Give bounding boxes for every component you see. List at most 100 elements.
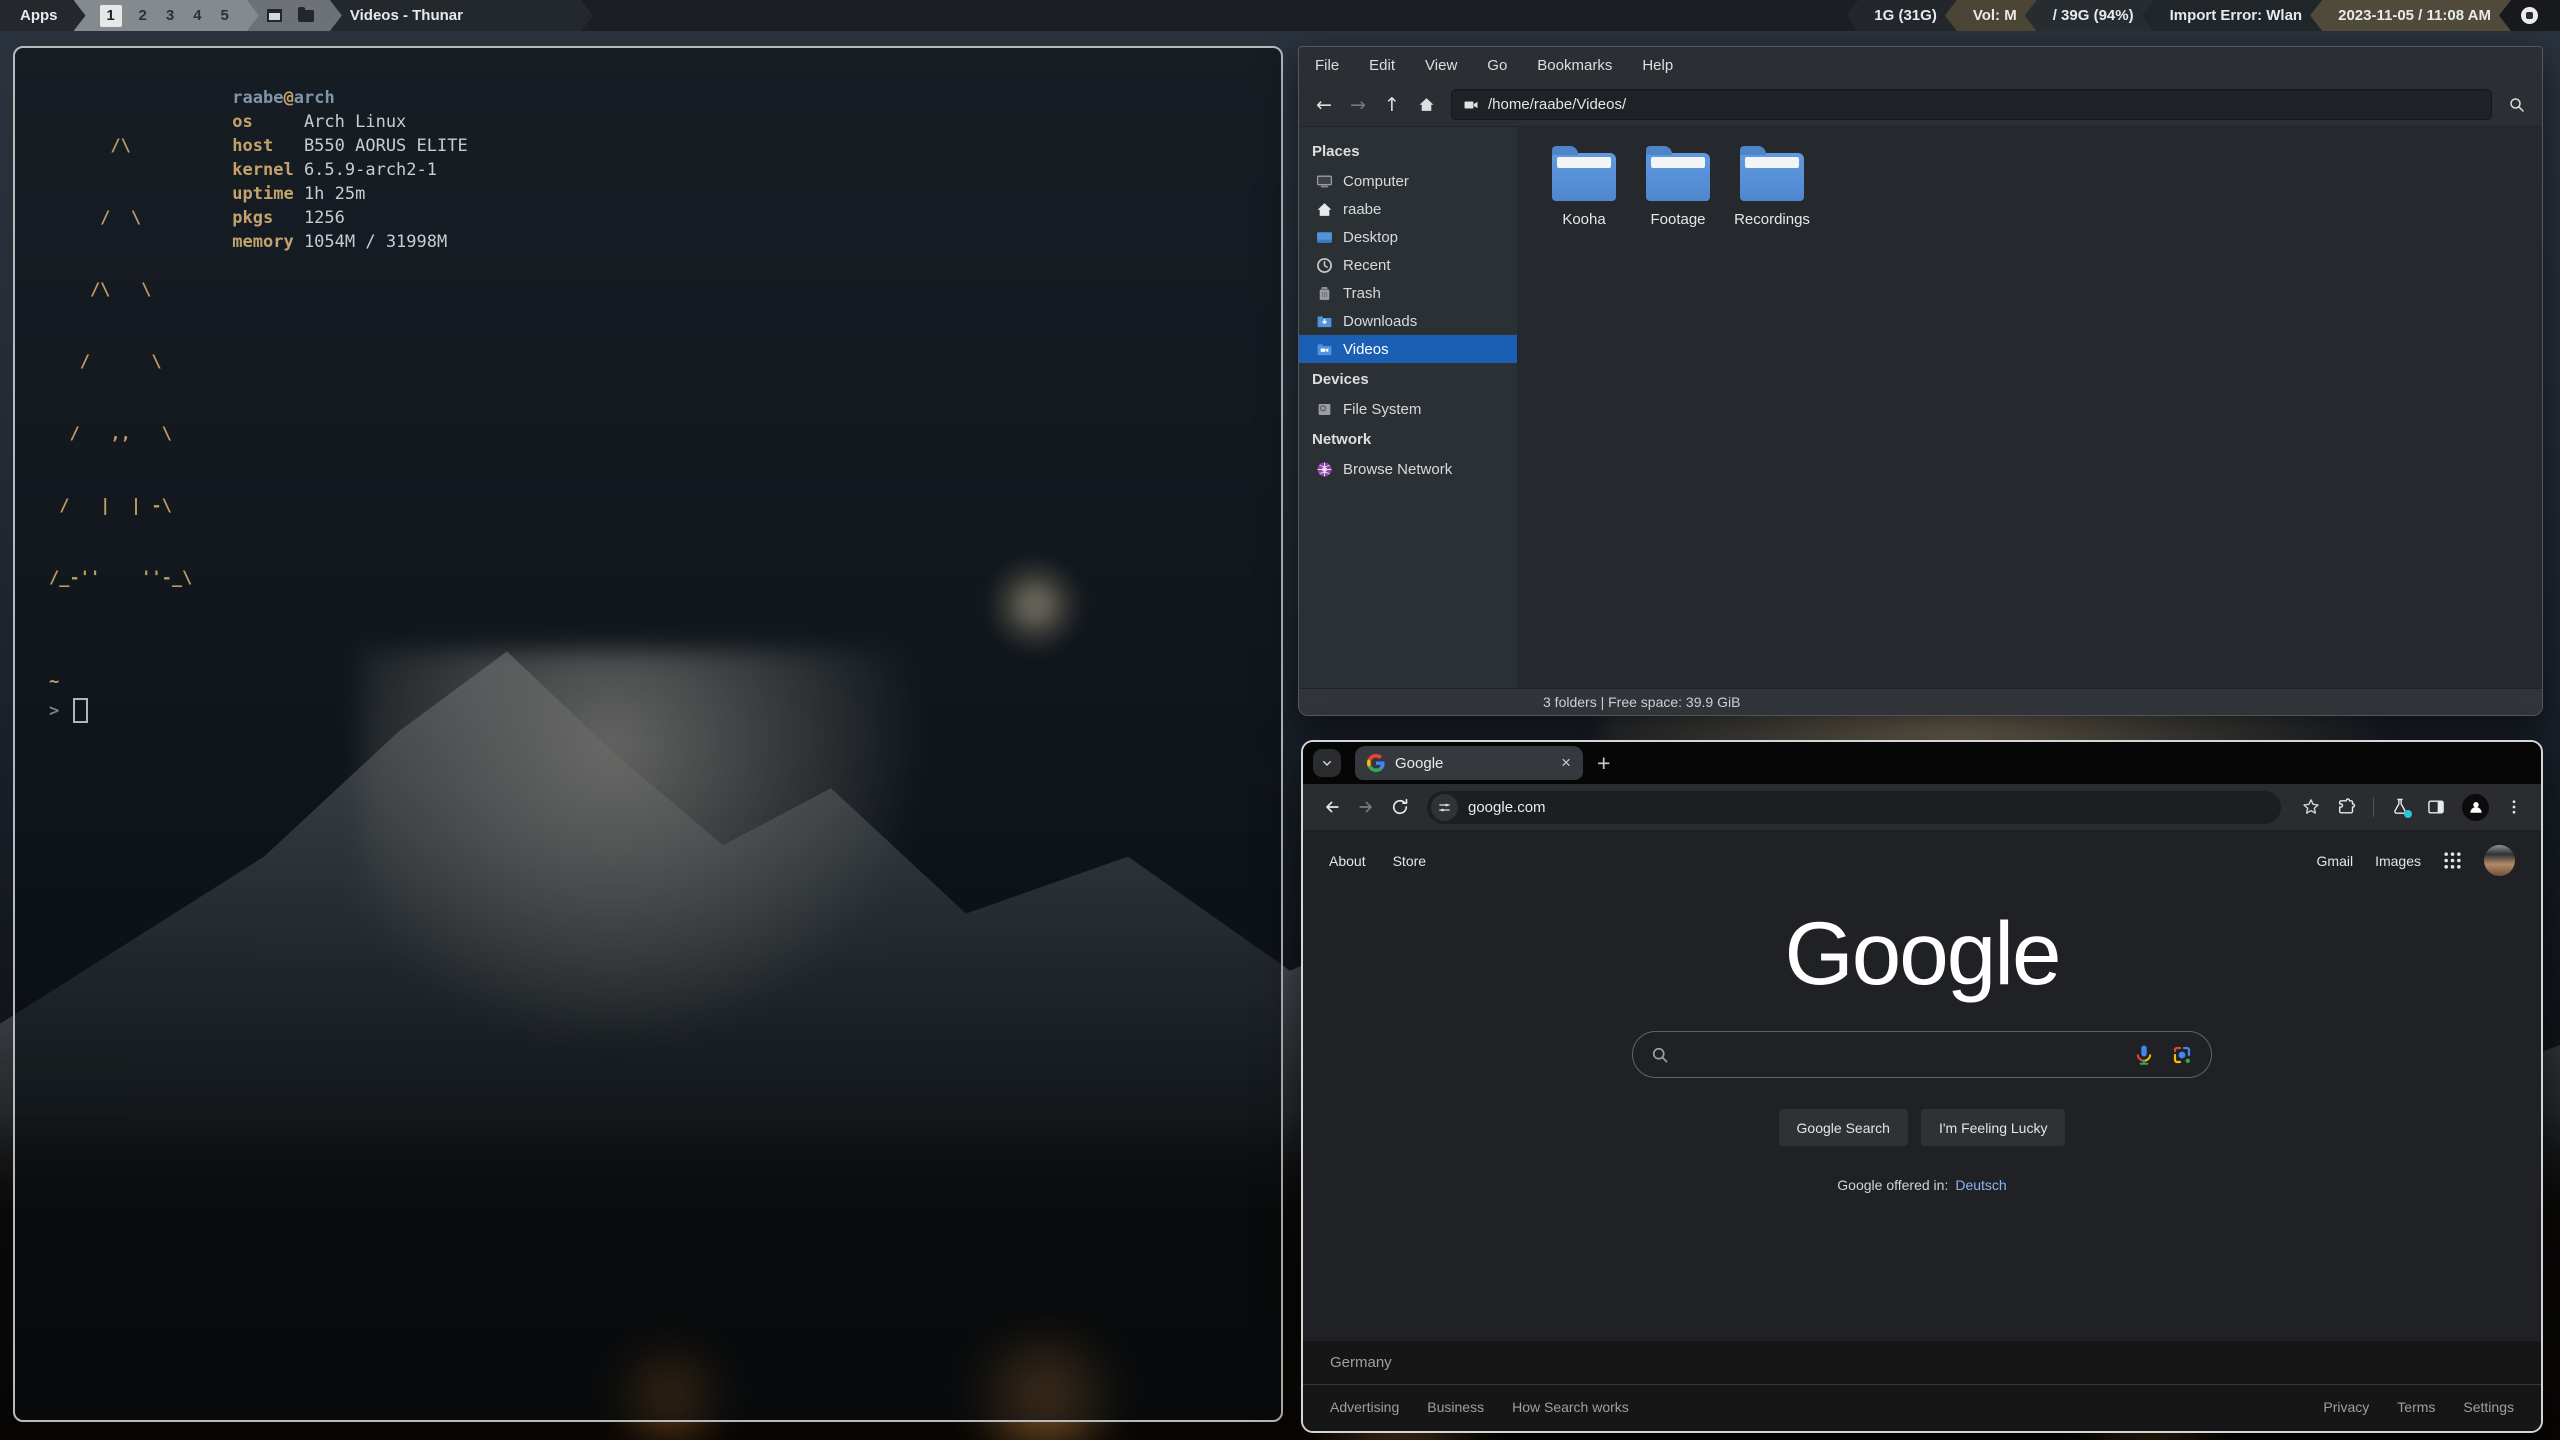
google-homepage: About Store Gmail Images Google Google S… [1303,830,2541,1431]
disk-indicator[interactable]: / 39G (94%) [2024,0,2154,31]
search-input[interactable] [1684,1032,2118,1077]
sidebar-item-home[interactable]: raabe [1299,195,1517,223]
about-link[interactable]: About [1329,853,1366,869]
recent-icon [1317,257,1332,273]
site-settings-button[interactable] [1431,793,1458,821]
google-search-button[interactable]: Google Search [1778,1109,1908,1146]
file-list: Kooha Footage Recordings [1517,127,2542,688]
google-logo: Google [1784,903,2062,1003]
browser-back-button[interactable] [1315,790,1349,824]
path-field[interactable]: /home/raabe/Videos/ [1451,89,2492,120]
workspace-5[interactable]: 5 [219,7,231,24]
thunar-toolbar: ← → ↑ /home/raabe/Videos/ [1299,83,2542,127]
browser-menu-icon[interactable] [2505,798,2523,816]
menu-help[interactable]: Help [1642,57,1673,74]
volume-indicator[interactable]: Vol: M [1944,0,2037,31]
feeling-lucky-button[interactable]: I'm Feeling Lucky [1920,1109,2066,1146]
experiments-button[interactable] [2390,797,2412,818]
search-button[interactable] [2500,89,2534,121]
workspace-3[interactable]: 3 [164,7,176,24]
prompt-line[interactable]: > [49,698,1281,723]
sidebar-item-browse-network[interactable]: Browse Network [1299,455,1517,483]
new-tab-button[interactable]: + [1597,750,1610,777]
tab-search-button[interactable] [1313,749,1341,777]
gmail-link[interactable]: Gmail [2317,853,2354,869]
sidebar-item-computer[interactable]: Computer [1299,167,1517,195]
sidebar-item-filesystem[interactable]: File System [1299,395,1517,423]
sidebar-item-desktop[interactable]: Desktop [1299,223,1517,251]
voice-search-icon[interactable] [2132,1043,2156,1067]
reload-button[interactable] [1383,790,1417,824]
statusbar-text: 3 folders | Free space: 39.9 GiB [1543,694,1741,710]
network-header: Network [1312,431,1372,448]
menu-go[interactable]: Go [1487,57,1507,74]
folder-footage[interactable]: Footage [1631,145,1725,228]
extensions-icon[interactable] [2337,797,2357,817]
browser-profile-button[interactable] [2462,793,2489,821]
google-apps-grid-icon[interactable] [2443,851,2462,870]
network-status[interactable]: Import Error: Wlan [2141,0,2323,31]
browser-forward-button[interactable] [1349,790,1383,824]
how-search-works-link[interactable]: How Search works [1512,1399,1629,1415]
home-icon [1317,202,1332,216]
sidebar-item-downloads[interactable]: Downloads [1299,307,1517,335]
home-button[interactable] [1409,89,1443,121]
chrome-window: Google × + google.com About Store Gmail … [1301,740,2543,1433]
network-status-label: Import Error: Wlan [2169,7,2303,24]
clock-label: 2023-11-05 / 11:08 AM [2338,7,2491,24]
images-link[interactable]: Images [2375,853,2421,869]
clock[interactable]: 2023-11-05 / 11:08 AM [2310,0,2511,31]
up-button[interactable]: ↑ [1375,89,1409,121]
url-text: google.com [1468,798,1546,816]
workspace-1[interactable]: 1 [100,5,122,27]
apps-menu-button[interactable]: Apps [0,0,86,31]
active-window-title[interactable]: Videos - Thunar [330,0,593,31]
tab-close-icon[interactable]: × [1561,753,1571,773]
terminal-window-icon[interactable] [267,9,282,22]
forward-button[interactable]: → [1341,89,1375,121]
network-globe-icon [1317,461,1332,477]
tab-google[interactable]: Google × [1355,746,1583,780]
search-box[interactable] [1632,1031,2212,1078]
memory-indicator[interactable]: 1G (31G) [1846,0,1957,31]
sidebar-item-trash[interactable]: Trash [1299,279,1517,307]
menu-file[interactable]: File [1315,57,1339,74]
thunar-statusbar: 3 folders | Free space: 39.9 GiB [1299,688,2542,715]
menu-bookmarks[interactable]: Bookmarks [1537,57,1612,74]
workspace-4[interactable]: 4 [191,7,203,24]
sidebar-item-videos[interactable]: Videos [1299,335,1517,363]
person-icon [2469,802,2482,813]
prompt-path: ~ [49,672,60,692]
path-text: /home/raabe/Videos/ [1488,96,1627,113]
workspace-2[interactable]: 2 [137,7,149,24]
side-panel-icon[interactable] [2426,797,2446,817]
fetch-user-host: raabe@arch [232,88,335,108]
advertising-link[interactable]: Advertising [1330,1399,1399,1415]
thunar-menubar: File Edit View Go Bookmarks Help [1299,47,2542,83]
back-button[interactable]: ← [1307,89,1341,121]
file-manager-window-icon[interactable] [298,10,314,22]
power-button[interactable] [2499,0,2560,31]
privacy-link[interactable]: Privacy [2323,1399,2369,1415]
google-lens-icon[interactable] [2170,1043,2194,1067]
folder-recordings[interactable]: Recordings [1725,145,1819,228]
disk-label: / 39G (94%) [2052,7,2134,24]
terms-link[interactable]: Terms [2397,1399,2435,1415]
places-header: Places [1312,143,1360,160]
settings-link[interactable]: Settings [2463,1399,2514,1415]
profile-avatar[interactable] [2484,845,2515,876]
folder-kooha[interactable]: Kooha [1537,145,1631,228]
language-link[interactable]: Deutsch [1955,1177,2006,1193]
menu-edit[interactable]: Edit [1369,57,1395,74]
menu-view[interactable]: View [1425,57,1457,74]
address-bar[interactable]: google.com [1427,790,2281,824]
store-link[interactable]: Store [1393,853,1426,869]
sidebar-item-recent[interactable]: Recent [1299,251,1517,279]
business-link[interactable]: Business [1427,1399,1484,1415]
thunar-window: File Edit View Go Bookmarks Help ← → ↑ /… [1298,46,2543,716]
terminal-window[interactable]: /\ / \ /\ \ / \ / ,, \ / | | -\ /_-'' ''… [13,46,1283,1422]
back-icon [1326,801,1339,813]
bookmark-star-icon[interactable] [2301,797,2321,817]
fetch-row-kernel: kernel 6.5.9-arch2-1 [232,160,437,180]
folder-icon [1740,146,1804,201]
